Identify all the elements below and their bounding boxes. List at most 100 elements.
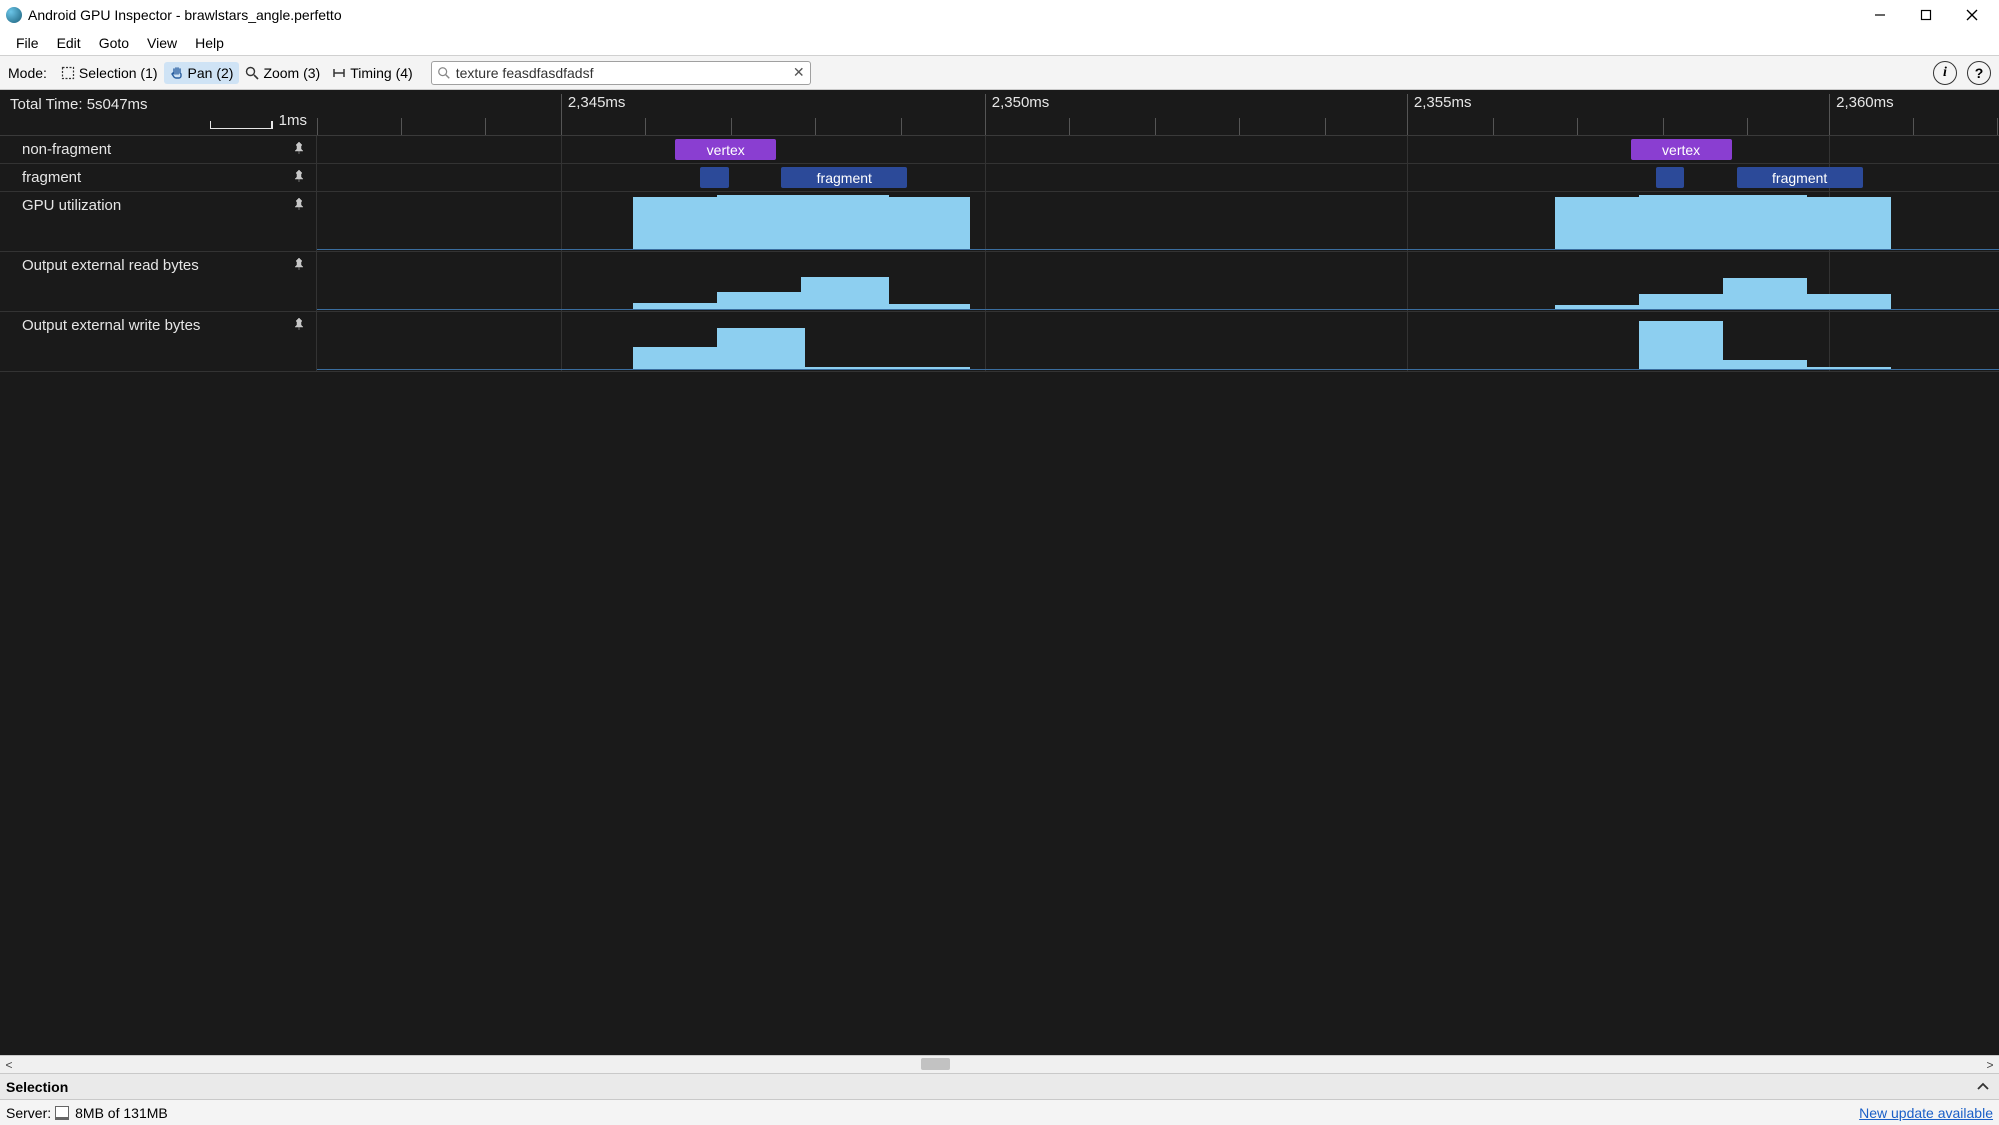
counter-step[interactable] <box>633 303 717 309</box>
counter-baseline <box>317 309 1999 310</box>
counter-baseline <box>317 249 1999 250</box>
memory-text: 8MB of 131MB <box>75 1105 168 1121</box>
timeline-span[interactable]: fragment <box>781 167 907 188</box>
ruler-minor-tick <box>485 118 486 135</box>
ruler-minor-tick <box>1325 118 1326 135</box>
search-clear-button[interactable]: ✕ <box>791 65 807 81</box>
menu-help[interactable]: Help <box>187 33 232 53</box>
ruler-minor-tick <box>815 118 816 135</box>
toolbar: Mode: Selection (1)Pan (2)Zoom (3)Timing… <box>0 56 1999 90</box>
counter-step[interactable] <box>1807 197 1891 249</box>
ruler-minor-tick <box>1493 118 1494 135</box>
ruler-minor-tick <box>1069 118 1070 135</box>
track-lane[interactable] <box>317 252 1999 311</box>
window-minimize-button[interactable] <box>1857 0 1903 30</box>
mode-zoom-button[interactable]: Zoom (3) <box>239 62 326 84</box>
counter-step[interactable] <box>717 328 804 369</box>
menu-file[interactable]: File <box>8 33 47 53</box>
server-label: Server: <box>6 1105 51 1121</box>
info-button[interactable]: i <box>1933 61 1957 85</box>
pin-icon[interactable] <box>292 141 306 155</box>
counter-step[interactable] <box>889 197 970 249</box>
lane-gridline <box>985 136 986 163</box>
mode-selection-button[interactable]: Selection (1) <box>55 62 164 84</box>
track-row: GPU utilization <box>0 192 1999 252</box>
app-icon <box>6 7 22 23</box>
ruler-minor-tick <box>317 118 318 135</box>
pin-icon[interactable] <box>292 257 306 271</box>
counter-baseline <box>317 369 1999 370</box>
counter-step[interactable] <box>1807 294 1891 309</box>
scroll-right-button[interactable]: > <box>1981 1058 1999 1072</box>
help-button[interactable]: ? <box>1967 61 1991 85</box>
update-available-link[interactable]: New update available <box>1859 1105 1993 1121</box>
ruler-minor-tick <box>731 118 732 135</box>
ruler-minor-tick <box>1155 118 1156 135</box>
counter-step[interactable] <box>805 367 886 369</box>
counter-step[interactable] <box>633 197 717 249</box>
ruler-tick-label: 2,350ms <box>985 94 1050 135</box>
counter-step[interactable] <box>1723 195 1807 249</box>
lane-gridline <box>985 164 986 191</box>
menu-edit[interactable]: Edit <box>49 33 89 53</box>
ruler-minor-tick <box>1407 118 1408 135</box>
ruler-minor-tick <box>645 118 646 135</box>
timeline[interactable]: Total Time: 5s047ms 1ms 2,345ms2,350ms2,… <box>0 90 1999 372</box>
counter-step[interactable] <box>1807 367 1891 369</box>
counter-step[interactable] <box>889 304 970 309</box>
counter-step[interactable] <box>1555 305 1639 309</box>
track-lane[interactable]: fragment fragment <box>317 164 1999 191</box>
selection-panel-header[interactable]: Selection <box>0 1073 1999 1099</box>
pin-icon[interactable] <box>292 197 306 211</box>
scroll-track[interactable] <box>18 1056 1981 1073</box>
counter-step[interactable] <box>717 195 801 249</box>
mode-selection-icon <box>61 66 75 80</box>
selection-panel-collapse-button[interactable] <box>1973 1077 1993 1097</box>
window-close-button[interactable] <box>1949 0 1995 30</box>
mode-pan-button[interactable]: Pan (2) <box>164 62 240 84</box>
pin-icon[interactable] <box>292 317 306 331</box>
menu-view[interactable]: View <box>139 33 185 53</box>
counter-step[interactable] <box>1723 278 1807 309</box>
timeline-span[interactable] <box>1656 167 1685 188</box>
search-input[interactable] <box>431 61 811 85</box>
lane-gridline <box>1407 312 1408 371</box>
pin-icon[interactable] <box>292 169 306 183</box>
track-row: fragmentfragmentfragment <box>0 164 1999 192</box>
scroll-left-button[interactable]: < <box>0 1058 18 1072</box>
lane-gridline <box>985 312 986 371</box>
counter-step[interactable] <box>801 195 888 249</box>
menu-goto[interactable]: Goto <box>91 33 137 53</box>
counter-step[interactable] <box>1555 197 1639 249</box>
scroll-thumb[interactable] <box>921 1058 950 1070</box>
counter-step[interactable] <box>717 292 801 309</box>
track-lane[interactable] <box>317 192 1999 251</box>
counter-step[interactable] <box>1639 294 1723 309</box>
mode-timing-button[interactable]: Timing (4) <box>326 62 419 84</box>
track-row: Output external write bytes <box>0 312 1999 372</box>
lane-gridline <box>1829 136 1830 163</box>
timeline-span[interactable]: vertex <box>1631 139 1732 160</box>
ruler-minor-tick <box>401 118 402 135</box>
ruler-minor-tick <box>1913 118 1914 135</box>
counter-step[interactable] <box>1639 321 1723 369</box>
counter-step[interactable] <box>633 347 717 369</box>
counter-step[interactable] <box>886 367 970 369</box>
mode-timing-icon <box>332 66 346 80</box>
timeline-scrollbar[interactable]: < > <box>0 1055 1999 1073</box>
timeline-header: Total Time: 5s047ms 1ms 2,345ms2,350ms2,… <box>0 90 1999 136</box>
total-time-label: Total Time: 5s047ms <box>10 96 148 113</box>
counter-step[interactable] <box>1639 195 1723 249</box>
timeline-span[interactable]: vertex <box>675 139 776 160</box>
timeline-span[interactable]: fragment <box>1737 167 1863 188</box>
timeline-span[interactable] <box>700 167 729 188</box>
track-lane[interactable] <box>317 312 1999 371</box>
counter-step[interactable] <box>801 277 888 309</box>
track-name: Output external read bytes <box>0 252 317 311</box>
track-lane[interactable]: vertex vertex <box>317 136 1999 163</box>
timeline-ruler[interactable]: 2,345ms2,350ms2,355ms2,360ms <box>317 90 1999 135</box>
track-row: non-fragmentvertexvertex <box>0 136 1999 164</box>
counter-step[interactable] <box>1723 360 1807 369</box>
window-maximize-button[interactable] <box>1903 0 1949 30</box>
ruler-minor-tick <box>1239 118 1240 135</box>
